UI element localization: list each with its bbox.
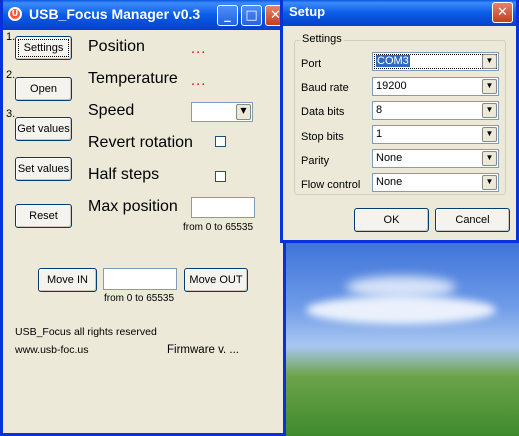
- move-out-button[interactable]: Move OUT: [184, 268, 248, 292]
- move-in-button[interactable]: Move IN: [38, 268, 97, 292]
- data-bits-select[interactable]: 8 ▼: [372, 101, 499, 120]
- chevron-down-icon[interactable]: ▼: [236, 104, 251, 120]
- position-value: ...: [191, 42, 207, 57]
- main-content: 1. 2. 3. Settings Open Get values Set va…: [3, 30, 283, 433]
- baud-rate-select[interactable]: 19200 ▼: [372, 77, 499, 96]
- half-steps-checkbox[interactable]: [215, 171, 226, 182]
- chevron-down-icon[interactable]: ▼: [482, 175, 497, 190]
- stop-bits-value: 1: [376, 128, 383, 140]
- max-position-input[interactable]: [191, 197, 255, 218]
- revert-rotation-label: Revert rotation: [88, 134, 193, 151]
- port-value: COM3: [376, 55, 410, 67]
- revert-rotation-checkbox[interactable]: [215, 136, 226, 147]
- window-title: USB_Focus Manager v0.3: [29, 6, 201, 22]
- settings-button[interactable]: Settings: [15, 36, 72, 60]
- half-steps-label: Half steps: [88, 166, 160, 183]
- get-values-button[interactable]: Get values: [15, 117, 72, 141]
- baud-rate-value: 19200: [376, 80, 407, 92]
- port-label: Port: [301, 58, 322, 70]
- copyright-text: USB_Focus all rights reserved: [15, 326, 157, 338]
- main-titlebar[interactable]: U USB_Focus Manager v0.3 _ □ ✕: [3, 0, 286, 30]
- max-position-label: Max position: [88, 198, 178, 215]
- speed-label: Speed: [88, 102, 135, 119]
- setup-title: Setup: [289, 4, 326, 19]
- parity-label: Parity: [301, 155, 330, 167]
- ok-button[interactable]: OK: [354, 208, 429, 232]
- reset-button[interactable]: Reset: [15, 204, 72, 228]
- temperature-label: Temperature: [88, 70, 178, 87]
- website-text: www.usb-foc.us: [15, 344, 89, 356]
- temperature-value: ...: [191, 74, 207, 89]
- firmware-version: Firmware v. ...: [167, 344, 239, 356]
- setup-titlebar[interactable]: Setup ✕: [283, 0, 516, 26]
- settings-group-title: Settings: [300, 33, 344, 45]
- main-window: U USB_Focus Manager v0.3 _ □ ✕ 1. 2. 3. …: [0, 0, 286, 436]
- parity-select[interactable]: None ▼: [372, 149, 499, 168]
- stop-bits-select[interactable]: 1 ▼: [372, 125, 499, 144]
- maximize-button[interactable]: □: [241, 5, 262, 26]
- chevron-down-icon[interactable]: ▼: [482, 151, 497, 166]
- move-range-hint: from 0 to 65535: [104, 293, 175, 304]
- setup-close-button[interactable]: ✕: [492, 2, 513, 23]
- chevron-down-icon[interactable]: ▼: [482, 79, 497, 94]
- chevron-down-icon[interactable]: ▼: [482, 54, 497, 69]
- max-position-range-hint: from 0 to 65535: [183, 222, 254, 233]
- step-2-label: 2.: [6, 69, 16, 81]
- chevron-down-icon[interactable]: ▼: [482, 103, 497, 118]
- cancel-button[interactable]: Cancel: [435, 208, 510, 232]
- data-bits-label: Data bits: [301, 106, 345, 118]
- app-icon: U: [8, 7, 22, 21]
- step-3-label: 3.: [6, 108, 16, 120]
- port-select[interactable]: COM3 ▼: [372, 52, 499, 71]
- data-bits-value: 8: [376, 104, 383, 116]
- stop-bits-label: Stop bits: [301, 131, 344, 143]
- parity-value: None: [376, 152, 403, 164]
- position-label: Position: [88, 38, 145, 55]
- step-1-label: 1.: [6, 31, 16, 43]
- flow-control-select[interactable]: None ▼: [372, 173, 499, 192]
- flow-control-value: None: [376, 176, 403, 188]
- setup-dialog: Setup ✕ Settings Port COM3 ▼ Baud rate 1…: [280, 0, 519, 243]
- speed-select[interactable]: ▼: [191, 102, 253, 122]
- baud-rate-label: Baud rate: [301, 82, 349, 94]
- desktop-background: [286, 236, 519, 436]
- chevron-down-icon[interactable]: ▼: [482, 127, 497, 142]
- set-values-button[interactable]: Set values: [15, 157, 72, 181]
- minimize-button[interactable]: _: [217, 5, 238, 26]
- open-button[interactable]: Open: [15, 77, 72, 101]
- move-steps-input[interactable]: [103, 268, 177, 290]
- flow-control-label: Flow control: [301, 179, 361, 191]
